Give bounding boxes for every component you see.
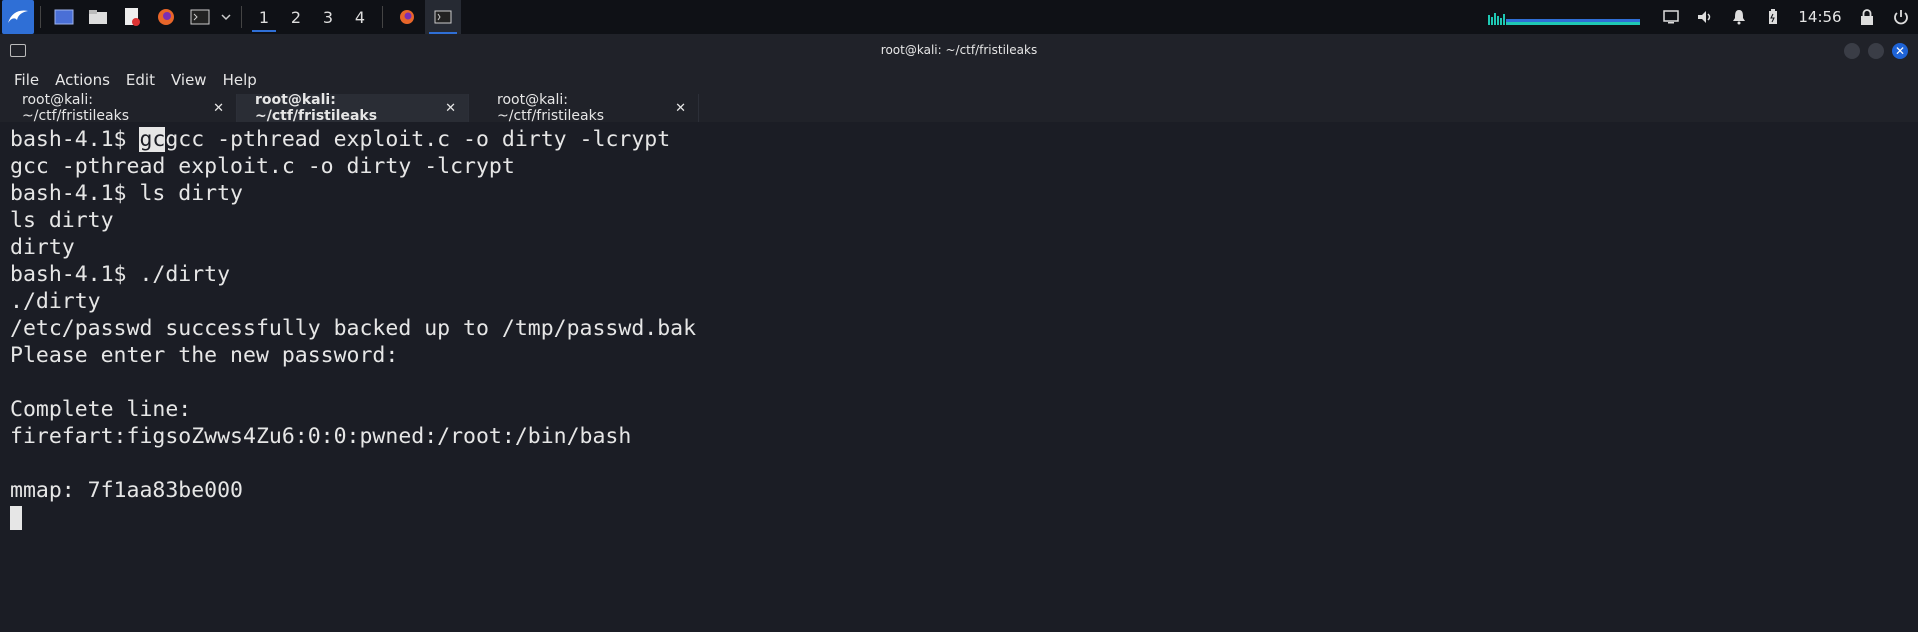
terminal-icon[interactable]: [183, 0, 217, 34]
menu-view[interactable]: View: [171, 71, 207, 89]
terminal-cursor: [10, 506, 22, 530]
display-icon[interactable]: [1654, 10, 1688, 24]
tab-label: root@kali: ~/ctf/fristileaks: [22, 92, 130, 124]
workspace-4[interactable]: 4: [344, 0, 376, 34]
volume-icon[interactable]: [1688, 9, 1722, 25]
text-editor-icon[interactable]: [115, 0, 149, 34]
menu-help[interactable]: Help: [223, 71, 257, 89]
workspace-1[interactable]: 1: [248, 0, 280, 34]
tab-bar: root@kali: ~/ctf/fristileaks ✕ root@kali…: [0, 92, 1918, 124]
terminal-line: /etc/passwd successfully backed up to /t…: [10, 316, 697, 341]
terminal-line: ls dirty: [10, 208, 114, 233]
terminal-line: dirty: [10, 235, 75, 260]
top-panel: 1 2 3 4 14:56: [0, 0, 1918, 34]
battery-icon[interactable]: [1756, 9, 1790, 25]
file-manager-icon[interactable]: [81, 0, 115, 34]
terminal-line: ./dirty: [10, 289, 101, 314]
terminal-line: Complete line:: [10, 397, 192, 422]
network-graph: [1488, 10, 1640, 25]
tab-close-icon[interactable]: ✕: [675, 101, 686, 116]
terminal-line: mmap: 7f1aa83be000: [10, 478, 243, 503]
terminal-line: Please enter the new password:: [10, 343, 399, 368]
maximize-button[interactable]: [1868, 43, 1884, 59]
tab-label: root@kali: ~/ctf/fristileaks: [255, 92, 378, 124]
terminal-tab-3[interactable]: root@kali: ~/ctf/fristileaks ✕: [469, 92, 699, 124]
window-title: root@kali: ~/ctf/fristileaks: [880, 43, 1038, 57]
divider: [241, 6, 242, 28]
terminal-tab-2[interactable]: root@kali: ~/ctf/fristileaks ✕: [237, 92, 469, 124]
taskbar-terminal-button[interactable]: [425, 0, 461, 34]
selected-text: gc: [139, 127, 166, 152]
taskbar-firefox-button[interactable]: [389, 0, 425, 34]
tab-close-icon[interactable]: ✕: [445, 101, 456, 116]
terminal-area[interactable]: bash-4.1$ gcgcc -pthread exploit.c -o di…: [0, 122, 1918, 632]
tab-label: root@kali: ~/ctf/fristileaks: [497, 92, 605, 124]
menu-file[interactable]: File: [14, 71, 39, 89]
workspace-3[interactable]: 3: [312, 0, 344, 34]
system-tray: 14:56: [1488, 0, 1918, 34]
terminal-line: gcc -pthread exploit.c -o dirty -lcrypt: [10, 154, 515, 179]
menu-edit[interactable]: Edit: [126, 71, 155, 89]
minimize-button[interactable]: [1844, 43, 1860, 59]
logout-icon[interactable]: [1884, 9, 1918, 25]
terminal-line: bash-4.1$ gcgcc -pthread exploit.c -o di…: [10, 126, 696, 153]
window-titlebar[interactable]: root@kali: ~/ctf/fristileaks ✕: [0, 34, 1918, 68]
firefox-icon[interactable]: [149, 0, 183, 34]
menu-actions[interactable]: Actions: [55, 71, 110, 89]
terminal-cursor-line: [10, 504, 696, 531]
menu-bar: File Actions Edit View Help: [0, 68, 1918, 92]
terminal-output: bash-4.1$ gcgcc -pthread exploit.c -o di…: [10, 126, 696, 531]
desktop-icon[interactable]: [47, 0, 81, 34]
divider: [382, 6, 383, 28]
prompt-text: bash-4.1$: [10, 127, 140, 152]
tab-close-icon[interactable]: ✕: [213, 101, 224, 116]
terminal-line: bash-4.1$ ls dirty: [10, 181, 243, 206]
close-window-button[interactable]: ✕: [1892, 43, 1908, 59]
kali-menu-icon[interactable]: [2, 0, 34, 34]
chevron-down-icon[interactable]: [217, 0, 235, 34]
workspace-2[interactable]: 2: [280, 0, 312, 34]
terminal-line: bash-4.1$ ./dirty: [10, 262, 231, 287]
lock-icon[interactable]: [1850, 9, 1884, 25]
terminal-line: firefart:figsoZwws4Zu6:0:0:pwned:/root:/…: [10, 424, 632, 449]
clock: 14:56: [1798, 8, 1842, 26]
terminal-tab-1[interactable]: root@kali: ~/ctf/fristileaks ✕: [0, 92, 237, 124]
notification-bell-icon[interactable]: [1722, 9, 1756, 25]
command-text: gcc -pthread exploit.c -o dirty -lcrypt: [165, 127, 671, 152]
divider: [40, 6, 41, 28]
